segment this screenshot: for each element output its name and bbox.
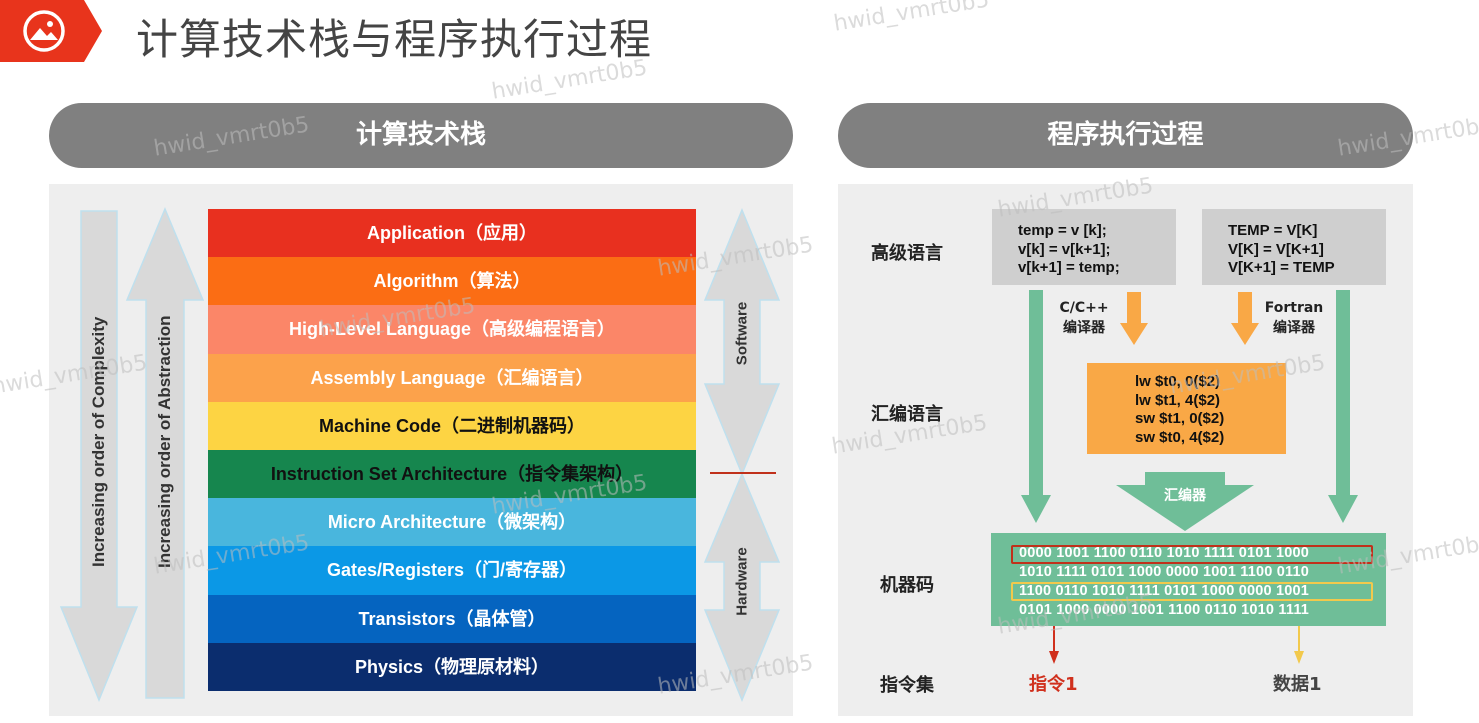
execution-heading: 程序执行过程 <box>838 103 1413 168</box>
row-label-isa: 指令集 <box>880 675 934 696</box>
asm-line: lw $t1, 4($2) <box>1135 391 1221 409</box>
page-title: 计算技术栈与程序执行过程 <box>136 15 653 64</box>
fortran-source-box: TEMP = V[K] V[K] = V[K+1] V[K+1] = TEMP <box>1202 209 1386 285</box>
row-label-machine: 机器码 <box>880 575 934 596</box>
fortran-compiler-label: Fortran 编译器 <box>1264 300 1324 336</box>
fortran-line: V[K] = V[K+1] <box>1228 240 1324 258</box>
software-label: Software <box>733 301 751 366</box>
watermark: hwid_vmrt0b5 <box>832 0 992 37</box>
technology-stack: Application（应用） Algorithm（算法） High-Level L… <box>208 209 696 691</box>
c-line: v[k+1] = temp; <box>1018 259 1120 276</box>
asm-line: sw $t0, 4($2) <box>1135 428 1225 446</box>
stack-layer: Physics（物理原材料） <box>208 642 696 691</box>
data-highlight <box>1011 582 1373 601</box>
c-compiler-label: C/C++ 编译器 <box>1059 300 1109 336</box>
fortran-line: TEMP = V[K] <box>1228 222 1318 239</box>
c-source-box: temp = v [k]; v[k] = v[k+1]; v[k+1] = te… <box>992 209 1176 285</box>
instruction-highlight <box>1011 545 1373 564</box>
stack-layer: Transistors（晶体管） <box>208 594 696 643</box>
hardware-label: Hardware <box>733 547 751 616</box>
fortran-line: V[K+1] = TEMP <box>1228 259 1335 276</box>
title-badge <box>0 0 110 62</box>
assembler-label: 汇编器 <box>1164 488 1206 504</box>
instruction-label: 指令1 <box>1029 674 1078 695</box>
stack-layer: Machine Code（二进制机器码） <box>208 401 696 450</box>
abstraction-label: Increasing order of Abstraction <box>155 315 174 568</box>
asm-line: sw $t1, 0($2) <box>1135 410 1225 427</box>
row-label-high-level: 高级语言 <box>871 243 943 264</box>
stack-layer: Assembly Language（汇编语言） <box>208 353 696 402</box>
c-line: v[k] = v[k+1]; <box>1018 240 1111 258</box>
data-label: 数据1 <box>1273 674 1322 695</box>
stack-layer: Application（应用） <box>208 209 696 258</box>
machine-code-line: 1010 1111 0101 1000 0000 1001 1100 0110 <box>1019 564 1310 580</box>
c-line: temp = v [k]; <box>1018 222 1107 239</box>
